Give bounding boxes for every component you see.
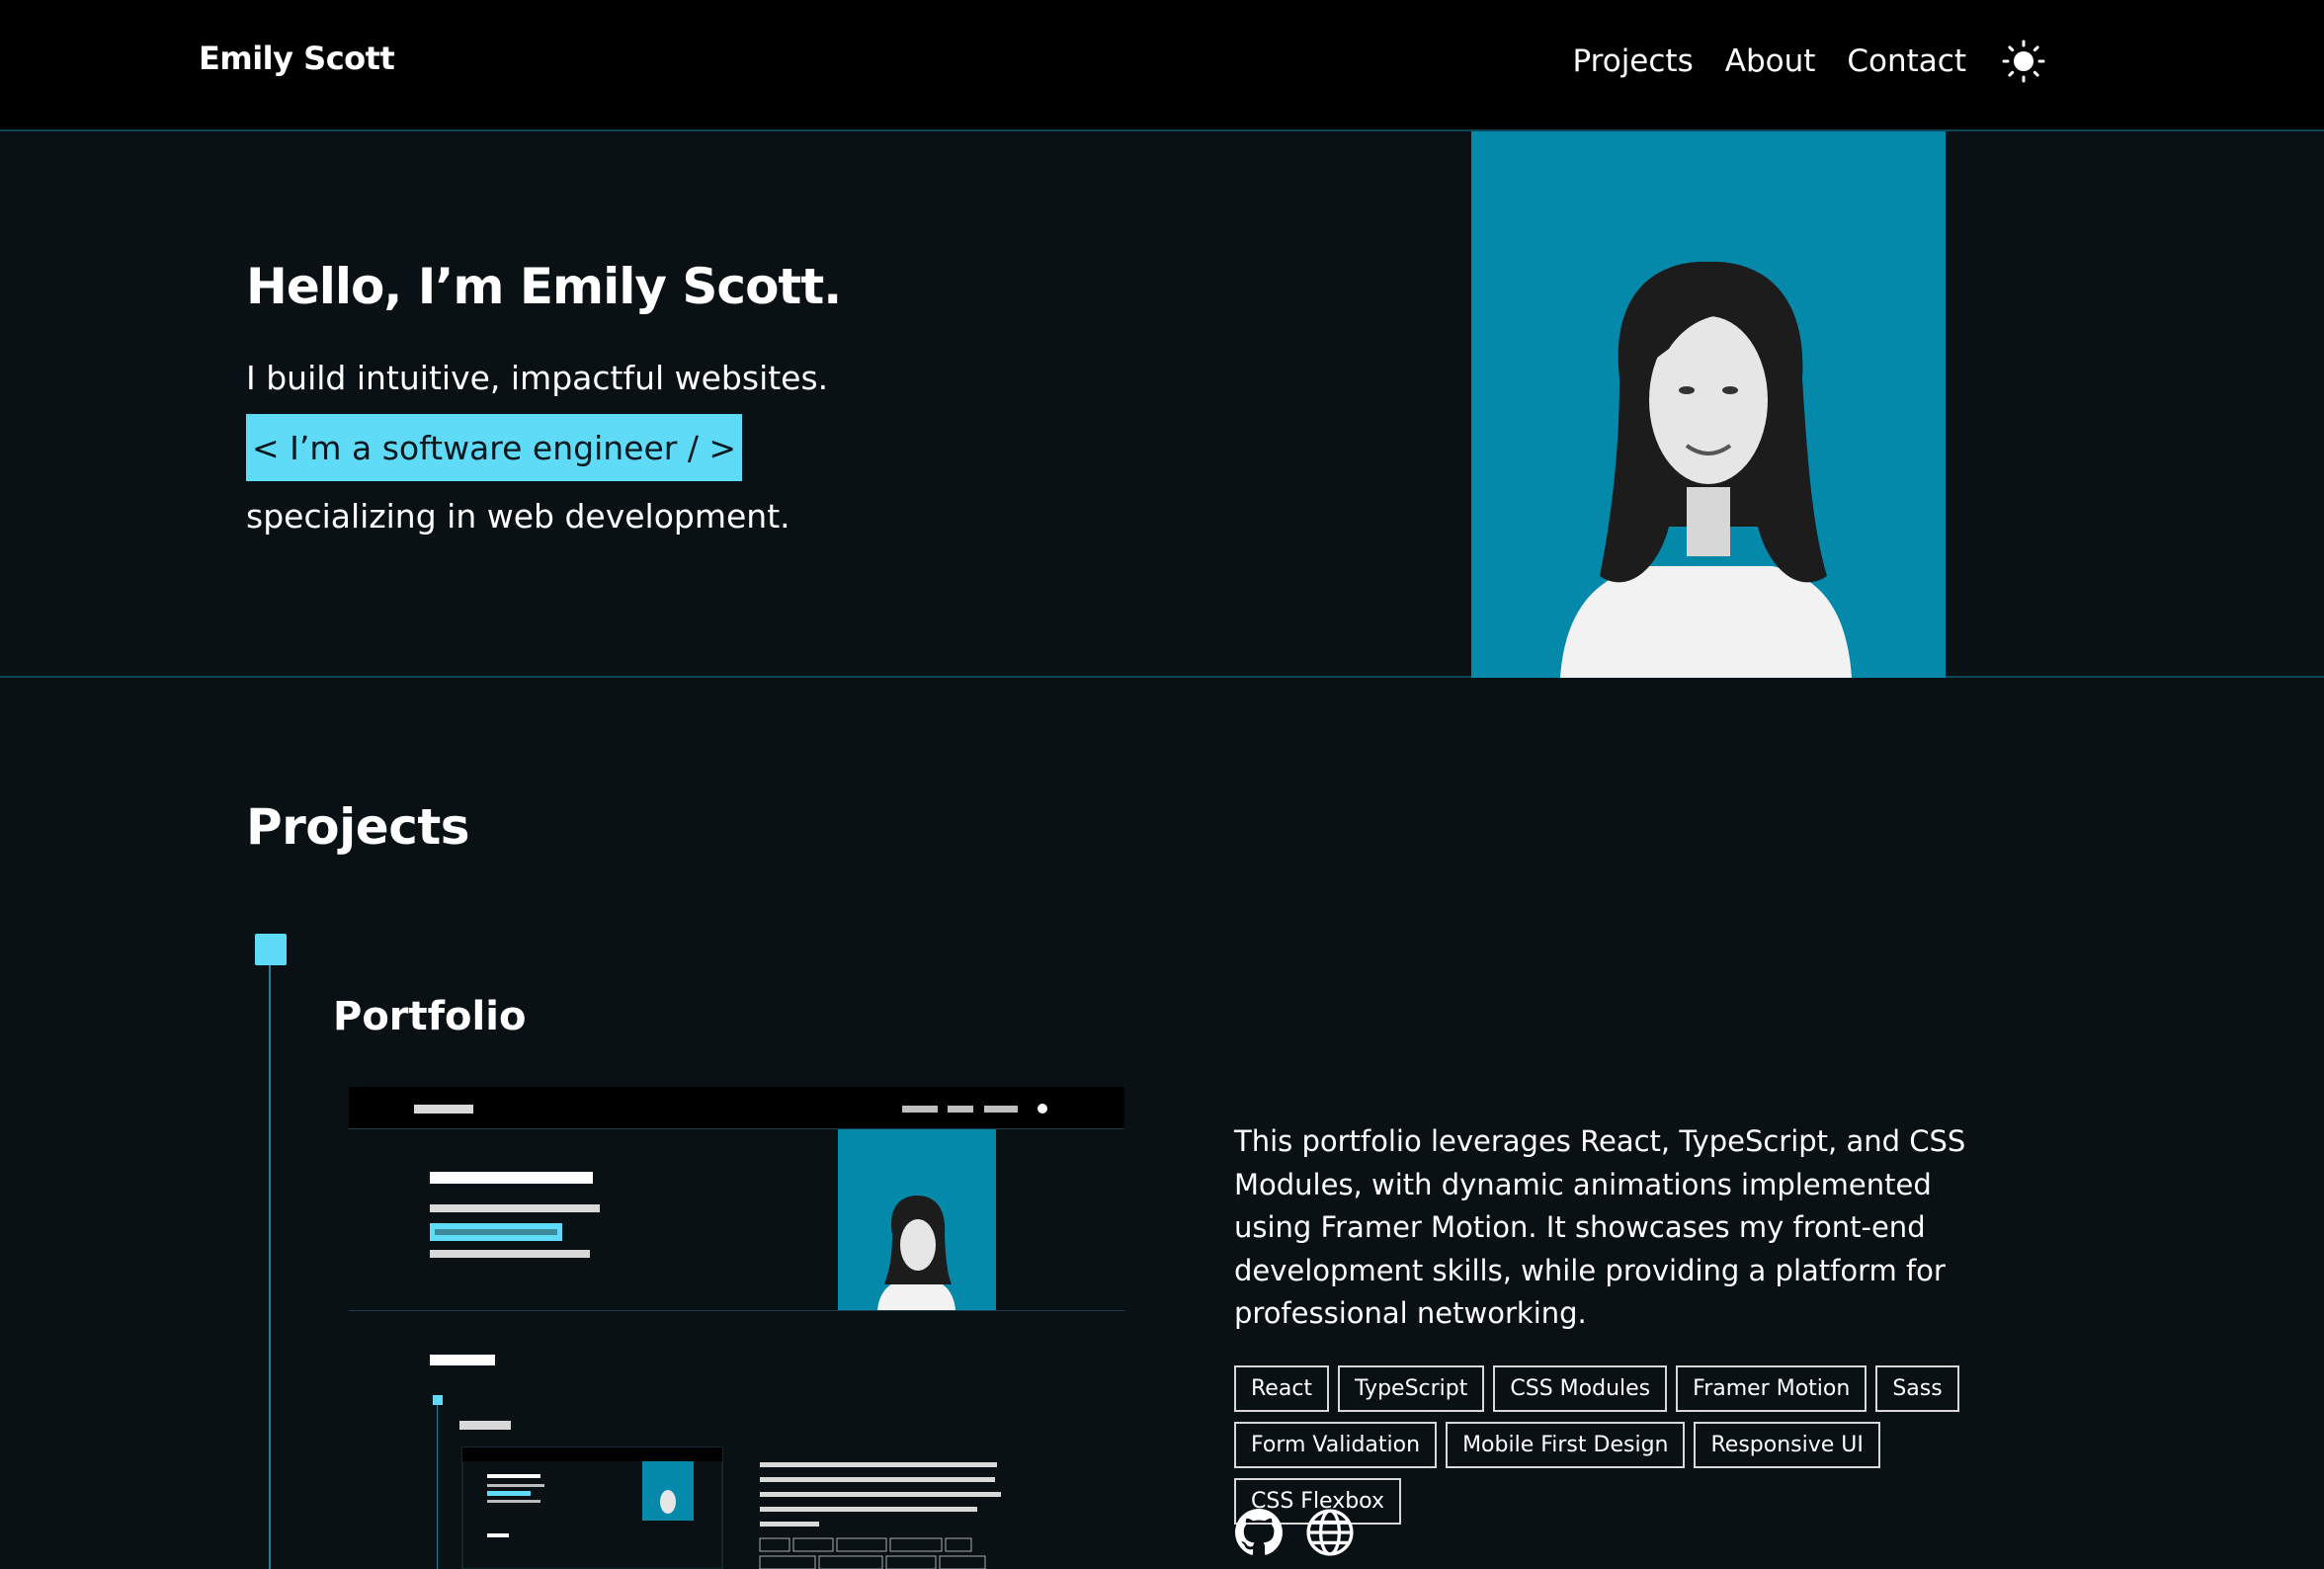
github-icon[interactable] [1234,1508,1284,1557]
timeline-marker [255,934,287,965]
hero-tagline: I build intuitive, impactful websites. [246,359,829,397]
hero-section: Hello, I’m Emily Scott. I build intuitiv… [0,131,2324,678]
site-header: Emily Scott Projects About Contact [0,0,2324,131]
sun-icon [2002,40,2045,83]
tag-sass: Sass [1875,1365,1959,1412]
nav-contact[interactable]: Contact [1847,43,1966,79]
nav-projects[interactable]: Projects [1573,43,1694,79]
nav-about[interactable]: About [1725,43,1816,79]
timeline-line [269,965,271,1569]
project-title: Portfolio [333,994,527,1039]
brand-logo[interactable]: Emily Scott [199,40,395,77]
tag-framer-motion: Framer Motion [1676,1365,1868,1412]
profile-photo [1471,131,1946,678]
tag-typescript: TypeScript [1338,1365,1485,1412]
tag-mobile-first-design: Mobile First Design [1446,1422,1686,1468]
hero-highlight: < I’m a software engineer / > [246,414,743,481]
project-description: This portfolio leverages React, TypeScri… [1234,1124,1966,1330]
project-screenshot[interactable] [349,1087,1124,1569]
tag-form-validation: Form Validation [1234,1422,1438,1468]
theme-toggle-button[interactable] [2002,40,2045,83]
tag-responsive-ui: Responsive UI [1694,1422,1880,1468]
main-nav: Projects About Contact [1541,40,2045,83]
projects-title: Projects [246,798,470,856]
hero-title: Hello, I’m Emily Scott. [246,258,842,315]
tag-css-modules: CSS Modules [1493,1365,1668,1412]
hero-specialty: specializing in web development. [246,497,790,536]
tag-react: React [1234,1365,1330,1412]
project-links [1234,1508,1376,1557]
globe-icon[interactable] [1305,1508,1355,1557]
